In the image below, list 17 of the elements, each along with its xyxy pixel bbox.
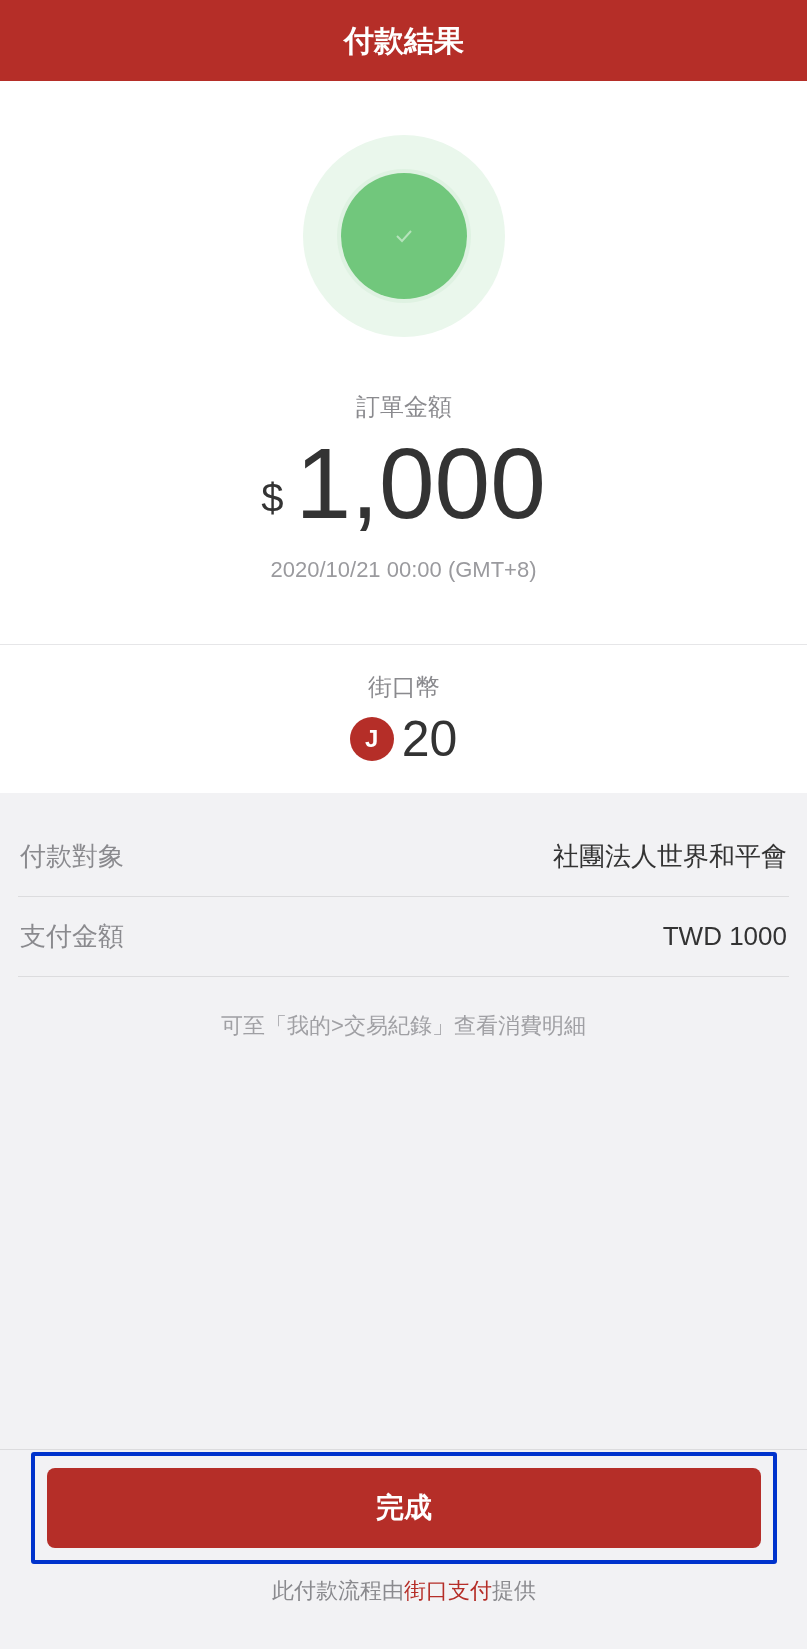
order-time: 2020/10/21 00:00 (GMT+8): [270, 556, 537, 584]
success-check-icon: [302, 135, 505, 337]
coin-badge: J: [349, 717, 394, 761]
detail-label: 支付金額: [20, 920, 124, 953]
provider-note: 此付款流程由街口支付提供: [271, 1577, 536, 1605]
detail-label: 付款對象: [20, 840, 124, 873]
currency-symbol: $: [261, 475, 284, 522]
transaction-hint: 可至「我的>交易紀錄」查看消費明細: [220, 1012, 587, 1040]
detail-value: TWD 1000: [662, 920, 787, 953]
coins-amount: 20: [401, 711, 458, 767]
done-button[interactable]: 完成: [46, 1468, 761, 1548]
coins-label: 街口幣: [367, 672, 440, 702]
provider-link[interactable]: 街口支付: [403, 1578, 492, 1603]
page-title: 付款結果: [343, 23, 464, 59]
order-amount: 1,000: [295, 427, 546, 539]
detail-value: 社團法人世界和平會: [553, 840, 787, 873]
order-label: 訂單金額: [355, 392, 452, 422]
